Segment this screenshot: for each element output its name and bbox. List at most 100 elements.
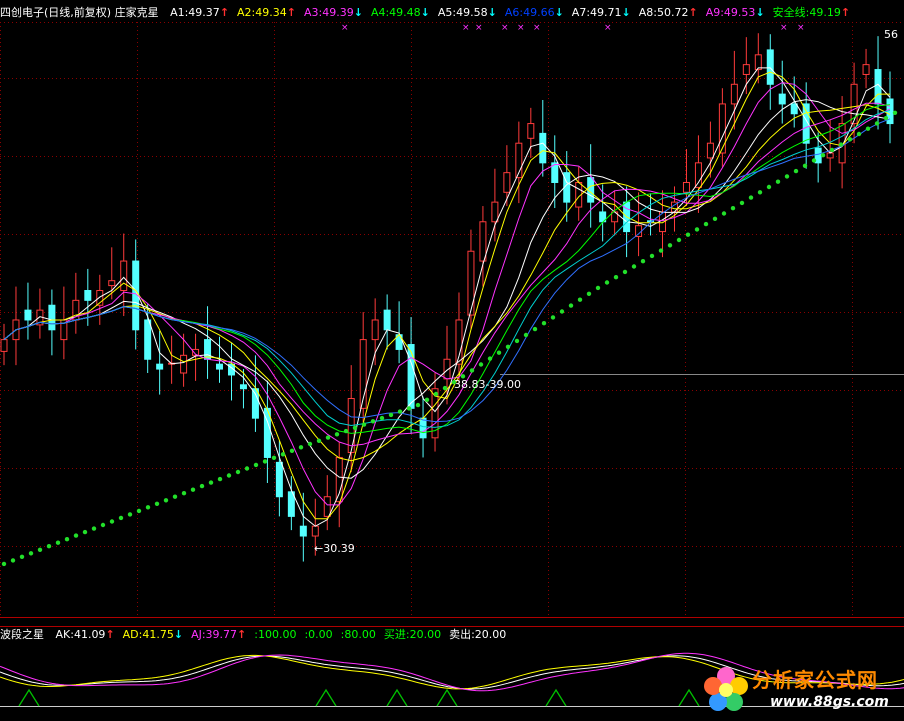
safety-dot (523, 332, 529, 338)
safety-dot (244, 466, 250, 471)
candle-body (24, 309, 32, 321)
buy-signal-triangle (678, 688, 700, 707)
safety-dot (721, 211, 727, 216)
x-mark: × (501, 23, 509, 33)
safety-dot (226, 473, 232, 478)
safety-dot (640, 259, 646, 264)
safety-dot (316, 438, 322, 443)
safety-dot (46, 544, 52, 549)
safety-dot (181, 491, 187, 496)
stock-title: 四创电子(日线,前复权) 庄家克星 (0, 6, 159, 19)
candle-body (682, 181, 690, 193)
safety-dot (586, 291, 592, 296)
candle-body (371, 319, 379, 341)
sub-indicator-arrow-icon: ↓ (173, 628, 184, 641)
main-indicator-arrow-icon: ↓ (420, 6, 430, 19)
safety-dot (388, 412, 394, 418)
buy-signal-triangle (545, 688, 567, 707)
main-indicator-item: A2:49.34↑ (237, 6, 296, 19)
candle-body (144, 319, 152, 360)
safety-dot (703, 221, 709, 227)
safety-dot (865, 126, 871, 131)
main-indicator-arrow-icon: ↓ (554, 6, 564, 19)
stock-chart-canvas[interactable]: × × × × × × × × × (0, 0, 904, 721)
sub-indicator-item: 买进:20.00 (384, 628, 441, 641)
x-mark: × (780, 23, 788, 33)
main-indicator-arrow-icon: ↑ (286, 6, 296, 19)
safety-dot (217, 476, 223, 482)
safety-dot (442, 385, 448, 391)
safety-dot (604, 280, 610, 285)
safety-dot (820, 153, 826, 158)
safety-dot (235, 469, 241, 475)
candle-body (527, 123, 535, 139)
safety-dot (379, 415, 385, 421)
candle-body (239, 384, 247, 390)
safety-dot (514, 338, 520, 344)
sub-indicator-value: AJ:39.77 (191, 628, 238, 641)
safety-dot (1, 561, 7, 567)
buy-signal-triangle (315, 688, 337, 707)
sub-indicator-item: 卖出:20.00 (449, 628, 506, 641)
sub-indicator-value: :0.00 (304, 628, 333, 641)
main-indicator-arrow-icon: ↑ (840, 6, 851, 19)
candle-body (216, 363, 224, 370)
watermark-title: 分析家公式网 (752, 668, 878, 692)
sub-indicator-header: 波段之星 AK:41.09↑ AD:41.75↓ AJ:39.77↑:100.00:… (0, 627, 506, 643)
sub-indicator-value: :80.00 (340, 628, 376, 641)
safety-dot (622, 269, 628, 275)
safety-dot (613, 275, 619, 280)
sub-indicator-title: 波段之星 (0, 628, 44, 641)
candle-body (730, 83, 738, 105)
main-indicator-value: A6:49.66 (504, 6, 555, 19)
safety-dot (91, 526, 97, 531)
safety-dot (118, 515, 124, 521)
main-indicator-item: A9:49.53↓ (706, 6, 765, 19)
candle-body (766, 49, 774, 85)
safety-dot (208, 480, 214, 485)
sub-indicator-value: 卖出:20.00 (449, 628, 507, 641)
candle-body (718, 103, 726, 154)
annotation-marks: × × × × × × × × × (341, 23, 805, 33)
main-indicator-item: A5:49.58↓ (438, 6, 497, 19)
safety-dot (649, 253, 655, 259)
candle-body (826, 152, 834, 159)
candle-body (251, 388, 259, 419)
sub-indicator-arrow-icon: ↑ (105, 628, 115, 641)
main-indicator-value: A2:49.34 (237, 6, 287, 19)
safety-dot (568, 303, 574, 308)
safety-dot (199, 483, 205, 489)
safety-dot (190, 487, 196, 492)
safety-dot (712, 216, 718, 221)
safety-dot (487, 356, 493, 361)
candle-body (407, 344, 415, 409)
safety-dot (10, 558, 16, 563)
x-mark: × (462, 23, 470, 33)
safety-dot (361, 422, 367, 427)
mid-price-label: 38.83-39.00 (454, 378, 521, 391)
main-indicator-value: A1:49.37 (170, 6, 220, 19)
sub-indicator-item: :80.00 (341, 628, 376, 641)
candle-body (299, 525, 307, 537)
main-indicator-value: 安全线:49.19 (772, 6, 841, 19)
safety-dot (793, 168, 799, 174)
safety-dot (127, 512, 133, 517)
main-indicator-value: A5:49.58 (437, 6, 488, 19)
safety-dot (343, 428, 349, 434)
safety-dot (577, 297, 583, 302)
main-indicator-arrow-icon: ↓ (621, 6, 631, 19)
candle-body (491, 201, 499, 223)
candle-body (120, 260, 128, 292)
candle-body (0, 339, 8, 352)
candle-body (862, 64, 870, 75)
main-indicator-item: A8:50.72↑ (639, 6, 698, 19)
high-price-label: 56 (884, 28, 898, 41)
main-indicator-arrow-icon: ↓ (755, 6, 765, 19)
main-indicator-arrow-icon: ↓ (487, 6, 497, 19)
candle-body (778, 93, 786, 105)
candle-body (790, 103, 798, 115)
safety-dot (136, 508, 142, 514)
safety-dot (667, 243, 673, 248)
safety-dot (19, 554, 25, 559)
candle-body (311, 525, 319, 537)
